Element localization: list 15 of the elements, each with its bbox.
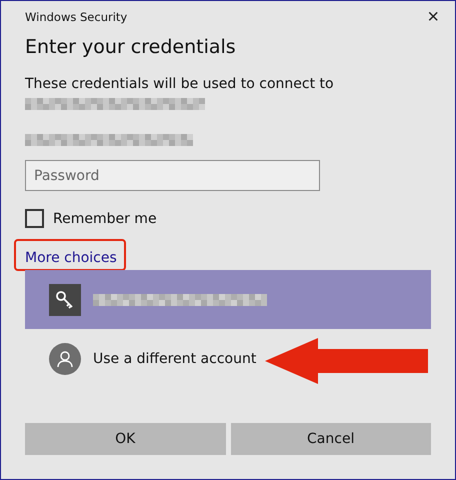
password-field[interactable]: Password xyxy=(25,160,320,191)
key-icon xyxy=(49,284,81,316)
dialog-heading: Enter your credentials xyxy=(25,36,237,58)
account-row[interactable]: Use a different account xyxy=(25,329,431,388)
dialog-button[interactable]: Cancel xyxy=(230,423,431,455)
window-title: Windows Security xyxy=(25,10,128,24)
message-text: These credentials will be used to connect to xyxy=(25,76,335,92)
more-choices-link[interactable]: More choices xyxy=(25,250,117,266)
close-button[interactable]: × xyxy=(421,7,445,27)
checkbox-label: Remember me xyxy=(53,210,157,226)
account-label: Use a different account xyxy=(93,350,256,366)
dialog-button[interactable]: OK xyxy=(25,423,226,455)
selected-account-row[interactable] xyxy=(25,270,431,329)
remember-checkbox[interactable] xyxy=(25,209,44,228)
user-avatar-icon xyxy=(49,342,81,374)
